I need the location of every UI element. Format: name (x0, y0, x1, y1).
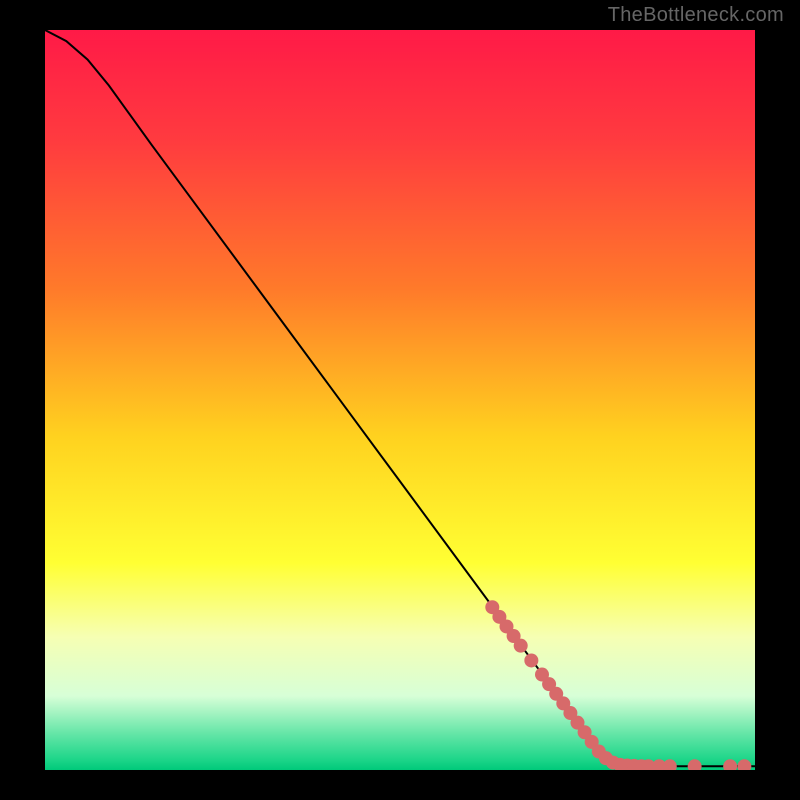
chart-svg (45, 30, 755, 770)
chart-stage: TheBottleneck.com (0, 0, 800, 800)
plot-area (45, 30, 755, 770)
highlight-dot (524, 653, 538, 667)
highlight-dot (514, 639, 528, 653)
gradient-background (45, 30, 755, 770)
watermark-text: TheBottleneck.com (608, 4, 784, 27)
